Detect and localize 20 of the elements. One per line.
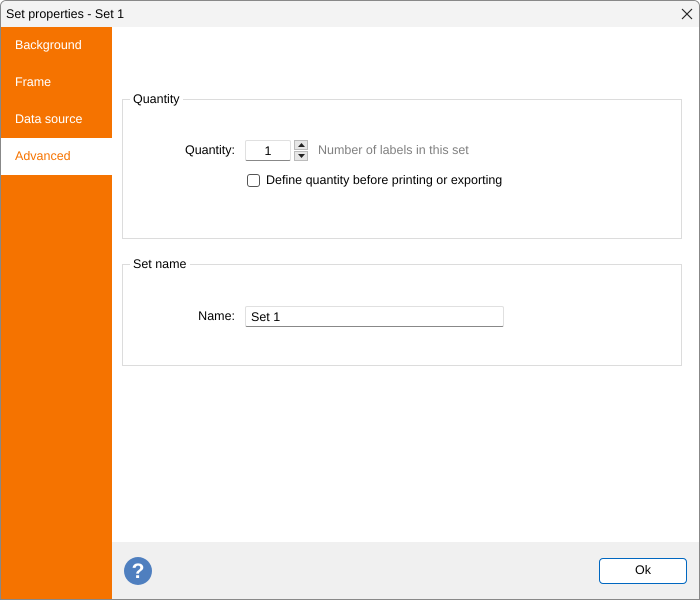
close-icon[interactable]: [681, 8, 693, 20]
down-arrow-icon: [298, 154, 304, 158]
spin-down-button[interactable]: [294, 151, 308, 161]
sidebar-tab[interactable]: Data source: [1, 101, 112, 138]
sidebar-tab[interactable]: Advanced: [1, 138, 112, 175]
field-label: Quantity:: [184, 142, 235, 160]
checkbox[interactable]: [247, 174, 260, 187]
window-title: Set properties - Set 1: [6, 6, 124, 23]
group-title: Quantity: [130, 92, 183, 107]
field-label: Name:: [197, 308, 235, 326]
sidebar-tab[interactable]: Background: [1, 27, 112, 64]
hint-text: Number of labels in this set: [318, 142, 469, 160]
spin-up-button[interactable]: [294, 140, 308, 150]
quantity-field[interactable]: 1: [245, 140, 291, 161]
name-field[interactable]: Set 1: [245, 306, 504, 327]
checkbox-label: Define quantity before printing or exporting: [266, 172, 502, 189]
up-arrow-icon: [298, 143, 304, 147]
sidebar-tab[interactable]: Frame: [1, 64, 112, 101]
help-icon[interactable]: ?: [124, 556, 152, 584]
ok-button[interactable]: Ok: [599, 558, 687, 584]
